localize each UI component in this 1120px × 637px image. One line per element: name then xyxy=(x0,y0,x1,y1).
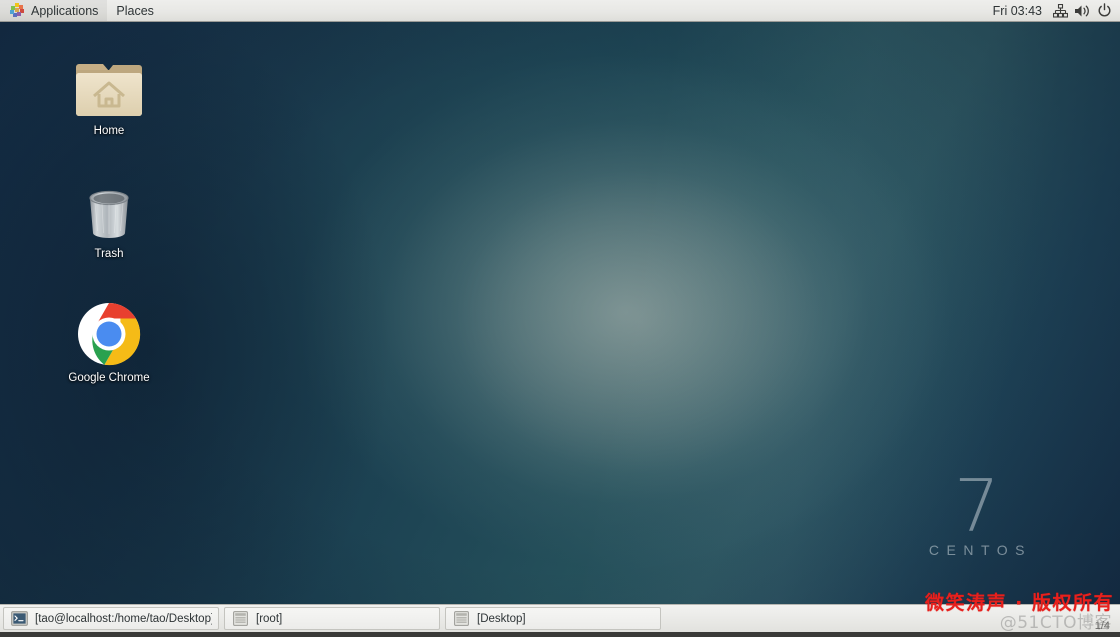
centos-version: 7 xyxy=(954,463,1000,548)
page-indicator: 1/4 xyxy=(1094,620,1110,632)
clock[interactable]: Fri 03:43 xyxy=(986,4,1049,18)
applications-menu-label: Applications xyxy=(31,3,99,18)
volume-icon[interactable] xyxy=(1071,0,1093,21)
taskbar-button-root[interactable]: [root] xyxy=(224,607,440,630)
power-icon[interactable] xyxy=(1093,0,1115,21)
centos-name: CENTOS xyxy=(928,542,1032,558)
desktop-icon-label-chrome: Google Chrome xyxy=(68,372,150,384)
desktop-icon-label-home: Home xyxy=(93,125,125,137)
places-menu-label: Places xyxy=(116,3,154,18)
centos-watermark: 7 CENTOS xyxy=(922,463,1032,558)
home-folder-icon xyxy=(61,52,157,120)
desktop-screen: Applications Places Fri 03:43 7 CENTOS H… xyxy=(0,0,1120,637)
desktop-icon-home[interactable]: Home xyxy=(61,52,157,138)
taskbar-button-label: [root] xyxy=(256,612,283,625)
applications-menu[interactable]: Applications xyxy=(0,0,108,21)
trash-icon xyxy=(61,175,157,243)
taskbar-button-label: [tao@localhost:/home/tao/Desktop] xyxy=(35,612,212,625)
desktop-icon-google-chrome[interactable]: Google Chrome xyxy=(61,299,157,385)
taskbar-button-terminal[interactable]: [tao@localhost:/home/tao/Desktop] xyxy=(3,607,219,630)
desktop-area[interactable]: 7 CENTOS Home Trash Google Chrome xyxy=(0,22,1120,604)
google-chrome-icon xyxy=(61,299,157,367)
applications-icon xyxy=(9,2,25,19)
bottom-edge-strip xyxy=(0,632,1120,637)
desktop-icon-trash[interactable]: Trash xyxy=(61,175,157,261)
top-panel: Applications Places Fri 03:43 xyxy=(0,0,1120,22)
network-icon[interactable] xyxy=(1049,0,1071,21)
terminal-icon xyxy=(10,610,28,628)
system-tray: Fri 03:43 xyxy=(986,0,1120,21)
window-icon xyxy=(452,610,470,628)
taskbar-button-desktop[interactable]: [Desktop] xyxy=(445,607,661,630)
places-menu[interactable]: Places xyxy=(107,0,163,21)
desktop-icon-label-trash: Trash xyxy=(94,248,124,260)
taskbar-button-label: [Desktop] xyxy=(477,612,526,625)
window-icon xyxy=(231,610,249,628)
